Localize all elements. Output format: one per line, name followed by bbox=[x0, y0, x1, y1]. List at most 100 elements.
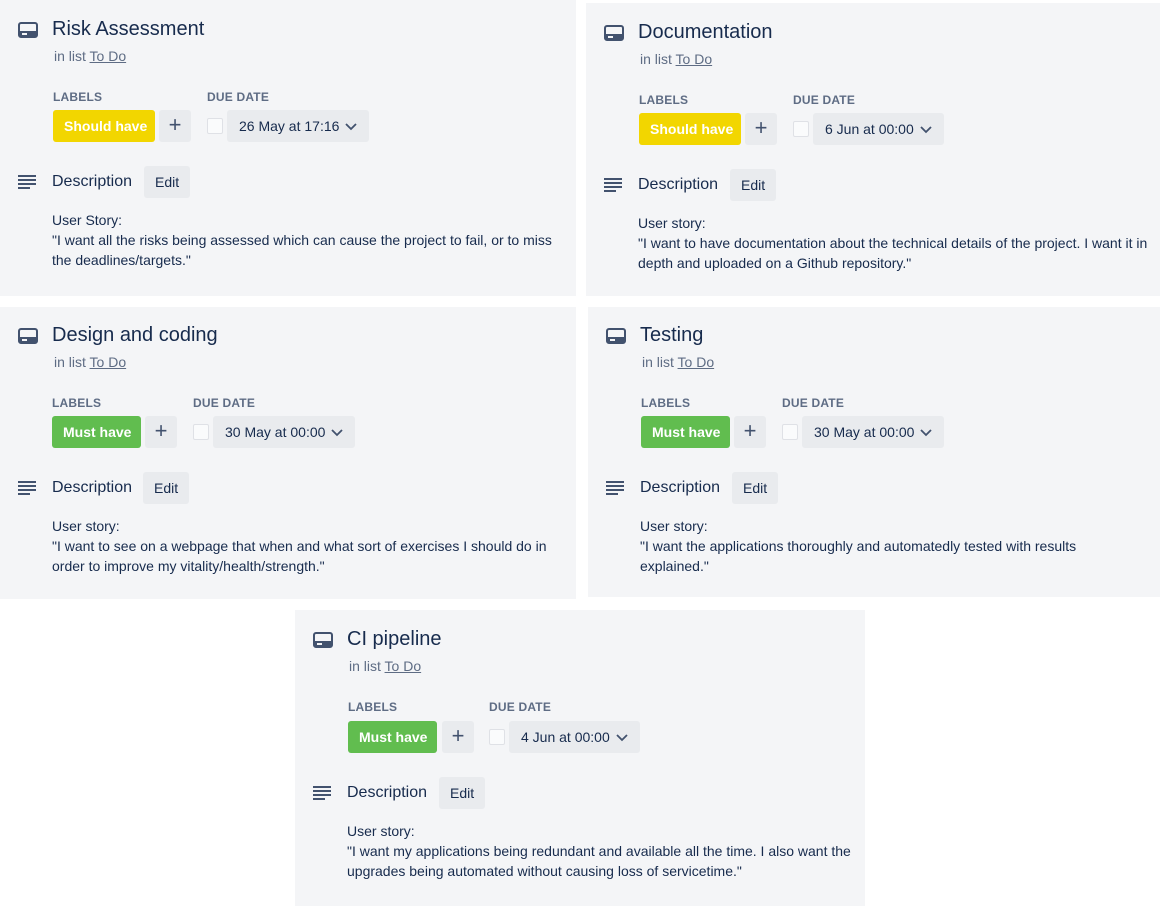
edit-description-button[interactable]: Edit bbox=[439, 777, 486, 809]
edit-description-button[interactable]: Edit bbox=[144, 166, 191, 198]
card-content: Documentation in list To Do LABELS DUE D… bbox=[604, 3, 1152, 296]
due-complete-checkbox[interactable] bbox=[489, 729, 505, 745]
chevron-down-icon bbox=[920, 429, 933, 437]
card-content: Risk Assessment in list To Do LABELS DUE… bbox=[18, 0, 568, 296]
chevron-down-icon bbox=[616, 734, 628, 742]
in-list-prefix: in list bbox=[54, 354, 86, 370]
description-heading: Description bbox=[347, 784, 428, 801]
description-heading: Description bbox=[640, 479, 721, 496]
card-risk-assessment: Risk Assessment in list To Do LABELS DUE… bbox=[0, 0, 576, 296]
in-list-text: in list To Do bbox=[54, 48, 126, 64]
card-title: Design and coding bbox=[52, 324, 218, 346]
due-date-value: 6 Jun at 00:00 bbox=[825, 121, 914, 137]
card-content: Design and coding in list To Do LABELS D… bbox=[18, 307, 568, 599]
description-text: User story: "I want my applications being… bbox=[347, 821, 859, 881]
description-icon bbox=[18, 175, 36, 189]
card-title: Risk Assessment bbox=[52, 18, 205, 40]
description-heading: Description bbox=[52, 173, 133, 190]
labels-heading: LABELS bbox=[348, 700, 398, 714]
description-line: User story: bbox=[640, 518, 708, 534]
add-label-button[interactable]: + bbox=[734, 416, 766, 448]
description-line: User story: bbox=[638, 215, 706, 231]
description-icon bbox=[606, 481, 624, 495]
due-complete-checkbox[interactable] bbox=[782, 424, 798, 440]
description-line: User Story: bbox=[52, 212, 123, 228]
due-complete-checkbox[interactable] bbox=[793, 121, 809, 137]
due-date-value: 4 Jun at 00:00 bbox=[521, 729, 610, 745]
description-text: User story: "I want the applications thor… bbox=[640, 516, 1100, 576]
in-list-text: in list To Do bbox=[349, 658, 421, 674]
card-icon bbox=[604, 25, 624, 41]
description-text: User Story: "I want all the risks being a… bbox=[52, 210, 552, 270]
labels-heading: LABELS bbox=[641, 396, 691, 410]
list-link[interactable]: To Do bbox=[676, 51, 713, 67]
label-must-have[interactable]: Must have bbox=[348, 721, 437, 753]
edit-description-button[interactable]: Edit bbox=[143, 472, 190, 504]
card-testing: Testing in list To Do LABELS DUE DATE Mu… bbox=[588, 307, 1160, 597]
card-content: Testing in list To Do LABELS DUE DATE Mu… bbox=[606, 307, 1152, 597]
description-body: "I want all the risks being assessed whi… bbox=[52, 232, 552, 268]
chevron-down-icon bbox=[331, 429, 344, 437]
description-line: User story: bbox=[347, 823, 415, 839]
due-date-heading: DUE DATE bbox=[193, 396, 256, 410]
card-title: Testing bbox=[640, 324, 704, 346]
card-title: Documentation bbox=[638, 21, 773, 43]
in-list-prefix: in list bbox=[349, 658, 381, 674]
due-complete-checkbox[interactable] bbox=[193, 424, 209, 440]
due-date-button[interactable]: 6 Jun at 00:00 bbox=[813, 113, 944, 145]
labels-heading: LABELS bbox=[639, 93, 689, 107]
labels-heading: LABELS bbox=[53, 90, 103, 104]
list-link[interactable]: To Do bbox=[90, 48, 127, 64]
list-link[interactable]: To Do bbox=[385, 658, 422, 674]
list-link[interactable]: To Do bbox=[678, 354, 715, 370]
list-link[interactable]: To Do bbox=[90, 354, 127, 370]
due-complete-checkbox[interactable] bbox=[207, 118, 223, 134]
card-design-and-coding: Design and coding in list To Do LABELS D… bbox=[0, 307, 576, 599]
due-date-button[interactable]: 30 May at 00:00 bbox=[213, 416, 356, 448]
card-icon bbox=[606, 328, 626, 344]
add-label-button[interactable]: + bbox=[442, 721, 474, 753]
card-ci-pipeline: CI pipeline in list To Do LABELS DUE DAT… bbox=[295, 610, 865, 906]
description-body: "I want the applications thoroughly and … bbox=[640, 538, 1077, 574]
label-should-have[interactable]: Should have bbox=[639, 113, 741, 145]
description-text: User story: "I want to see on a webpage t… bbox=[52, 516, 554, 576]
edit-description-button[interactable]: Edit bbox=[730, 169, 777, 201]
label-must-have[interactable]: Must have bbox=[52, 416, 141, 448]
chevron-down-icon bbox=[920, 126, 932, 134]
label-must-have[interactable]: Must have bbox=[641, 416, 730, 448]
due-date-button[interactable]: 30 May at 00:00 bbox=[802, 416, 945, 448]
due-date-value: 30 May at 00:00 bbox=[814, 424, 915, 440]
card-content: CI pipeline in list To Do LABELS DUE DAT… bbox=[313, 610, 857, 906]
in-list-prefix: in list bbox=[54, 48, 86, 64]
description-body: "I want to see on a webpage that when an… bbox=[52, 538, 547, 574]
due-date-heading: DUE DATE bbox=[489, 700, 552, 714]
card-icon bbox=[18, 328, 38, 344]
description-body: "I want to have documentation about the … bbox=[638, 235, 1148, 271]
due-date-heading: DUE DATE bbox=[207, 90, 270, 104]
card-documentation: Documentation in list To Do LABELS DUE D… bbox=[586, 3, 1160, 296]
due-date-button[interactable]: 4 Jun at 00:00 bbox=[509, 721, 640, 753]
in-list-prefix: in list bbox=[640, 51, 672, 67]
description-heading: Description bbox=[638, 176, 719, 193]
description-icon bbox=[604, 178, 622, 192]
due-date-button[interactable]: 26 May at 17:16 bbox=[227, 110, 370, 142]
description-icon bbox=[313, 786, 331, 800]
card-icon bbox=[18, 22, 38, 38]
description-body: "I want my applications being redundant … bbox=[347, 843, 851, 879]
edit-description-button[interactable]: Edit bbox=[732, 472, 779, 504]
add-label-button[interactable]: + bbox=[159, 110, 191, 142]
card-title: CI pipeline bbox=[347, 628, 442, 650]
labels-heading: LABELS bbox=[52, 396, 102, 410]
card-icon bbox=[313, 632, 333, 648]
in-list-prefix: in list bbox=[642, 354, 674, 370]
label-should-have[interactable]: Should have bbox=[53, 110, 155, 142]
add-label-button[interactable]: + bbox=[145, 416, 177, 448]
due-date-heading: DUE DATE bbox=[782, 396, 845, 410]
add-label-button[interactable]: + bbox=[745, 113, 777, 145]
description-heading: Description bbox=[52, 479, 133, 496]
due-date-heading: DUE DATE bbox=[793, 93, 856, 107]
due-date-value: 26 May at 17:16 bbox=[239, 118, 340, 134]
chevron-down-icon bbox=[345, 123, 358, 131]
description-line: User story: bbox=[52, 518, 120, 534]
due-date-value: 30 May at 00:00 bbox=[225, 424, 326, 440]
